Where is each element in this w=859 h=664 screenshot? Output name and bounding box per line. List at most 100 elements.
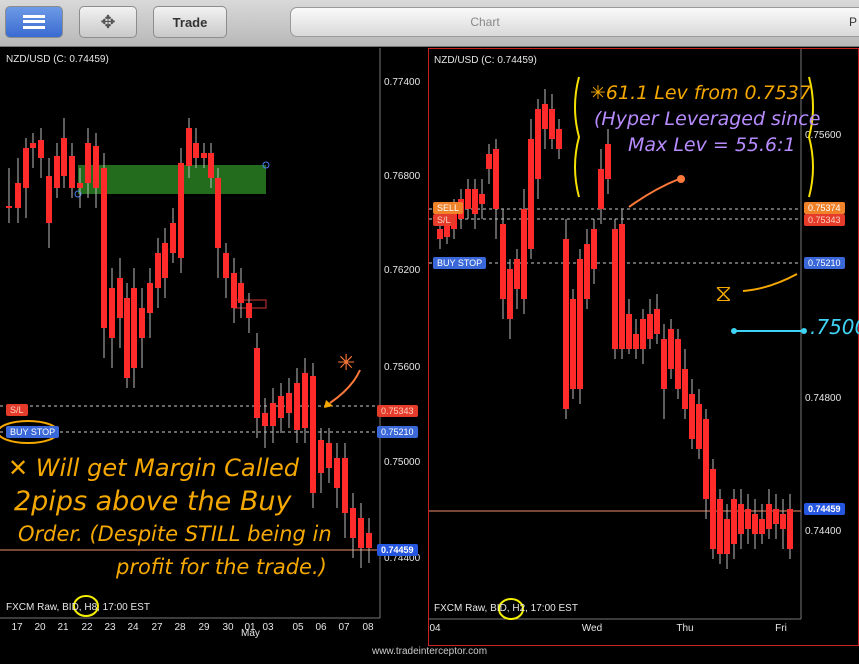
right-candle-body <box>696 404 702 449</box>
right-candle-body <box>549 109 555 139</box>
footer-url[interactable]: www.tradeinterceptor.com <box>0 646 859 664</box>
right-candle-body <box>689 394 695 439</box>
right-note-arrow <box>628 178 680 208</box>
left-candle-body <box>366 533 372 548</box>
layout-button[interactable]: ✥ <box>79 6 137 38</box>
list-icon <box>23 15 45 29</box>
left-time-tick: 08 <box>362 622 374 633</box>
left-sl-tag[interactable]: S/L <box>6 404 28 416</box>
right-candle-body <box>626 314 632 349</box>
right-candle-body <box>514 259 520 289</box>
left-candle-body <box>262 413 268 426</box>
right-sl-tag[interactable]: S/L <box>433 214 455 226</box>
left-candle-body <box>139 308 145 338</box>
left-sl-price-tag: 0.75343 <box>377 405 418 417</box>
right-candle-body <box>465 189 471 209</box>
right-candle-body <box>710 469 716 549</box>
left-candle-body <box>93 146 99 188</box>
right-candle-body <box>738 504 744 534</box>
left-candle-body <box>38 140 44 158</box>
right-candle-body <box>668 329 674 369</box>
left-candle-body <box>124 298 130 378</box>
left-time-tick: 30 <box>222 622 234 633</box>
right-candle-body <box>731 499 737 544</box>
right-price-tick: 0.74800 <box>805 393 842 404</box>
left-time-tick: 24 <box>127 622 139 633</box>
left-candle-body <box>131 288 137 368</box>
right-candle-body <box>472 189 478 214</box>
right-time-tick: Thu <box>676 623 693 634</box>
left-candle-body <box>170 223 176 253</box>
right-candle-body <box>479 194 485 204</box>
tab-partial[interactable]: P <box>849 8 857 36</box>
left-chart-footer: FXCM Raw, BID, H8, 17:00 EST <box>6 602 150 613</box>
left-candle-body <box>178 163 184 258</box>
right-candle-body <box>766 504 772 529</box>
right-chart-title: NZD/USD (C: 0.74459) <box>434 55 537 66</box>
right-sell-price-tag: 0.75374 <box>804 202 845 214</box>
right-candle-body <box>598 169 604 209</box>
right-candle-body <box>570 299 576 389</box>
right-hourglass-arrow <box>742 273 798 292</box>
annotation-leverage-line1: ✳61.1 Lev from 0.7537 <box>590 82 811 104</box>
right-sell-tag[interactable]: SELL <box>433 202 464 214</box>
right-candle-body <box>780 514 786 529</box>
right-buy-stop-price-tag: 0.75210 <box>804 257 845 269</box>
right-candle-body <box>612 229 618 349</box>
right-candle-body <box>528 139 534 249</box>
left-candle-body <box>278 396 284 418</box>
left-time-tick: 03 <box>262 622 274 633</box>
right-candle-body <box>542 104 548 129</box>
tab-bar: Chart P <box>290 7 859 37</box>
right-candle-body <box>507 269 513 319</box>
right-candle-body <box>500 224 506 299</box>
right-level-handle <box>801 328 807 334</box>
left-candle-body <box>334 458 340 488</box>
left-candle-body <box>254 348 260 418</box>
left-price-tick: 0.75600 <box>384 362 421 373</box>
left-time-tick: 07 <box>338 622 350 633</box>
left-candle-body <box>85 143 91 183</box>
left-candle-body <box>54 156 60 188</box>
left-candle-body <box>77 183 83 188</box>
right-level-handle <box>731 328 737 334</box>
right-buy-stop-tag[interactable]: BUY STOP <box>433 257 487 269</box>
left-candle-body <box>294 383 300 430</box>
annotation-leverage-note: ✳61.1 Lev from 0.7537 (Hyper Leveraged s… <box>590 80 820 158</box>
move-arrows-icon: ✥ <box>100 11 116 32</box>
right-candle-body <box>577 259 583 389</box>
right-candle-body <box>619 224 625 349</box>
annotation-leverage-line3: Max Lev = 55.6:1 <box>628 134 796 156</box>
right-candle-body <box>556 129 562 149</box>
left-time-tick: 06 <box>315 622 327 633</box>
right-candle-body <box>675 339 681 389</box>
right-candle-body <box>717 499 723 554</box>
right-time-tick: 04 <box>429 623 441 634</box>
right-candle-body <box>647 314 653 339</box>
left-candle-body <box>23 148 29 188</box>
menu-button[interactable] <box>5 6 63 38</box>
left-star-annotation: ✳ <box>337 351 355 376</box>
right-candle-body <box>654 309 660 334</box>
left-candle-body <box>101 168 107 328</box>
left-price-tick: 0.75000 <box>384 457 421 468</box>
tab-chart[interactable]: Chart <box>291 8 679 36</box>
left-candle-body <box>109 288 115 338</box>
left-time-tick: 27 <box>151 622 163 633</box>
left-buy-stop-price-tag: 0.75210 <box>377 426 418 438</box>
left-time-tick: 23 <box>104 622 116 633</box>
right-candle-body <box>661 339 667 389</box>
left-candle-body <box>302 373 308 428</box>
annotation-margin-line4: profit for the trade.) <box>116 555 327 579</box>
annotation-margin-line1: ✕ Will get Margin Called <box>8 454 299 482</box>
annotation-level-note: .7500 <box>810 315 859 339</box>
left-candle-body <box>201 153 207 158</box>
trade-button[interactable]: Trade <box>153 6 227 38</box>
left-x-month: May <box>241 628 260 639</box>
right-candle-body <box>787 509 793 549</box>
left-candle-body <box>117 278 123 318</box>
left-buy-stop-tag[interactable]: BUY STOP <box>6 426 60 438</box>
right-candle-body <box>759 519 765 534</box>
right-candle-body <box>682 369 688 409</box>
left-candle-body <box>342 458 348 513</box>
